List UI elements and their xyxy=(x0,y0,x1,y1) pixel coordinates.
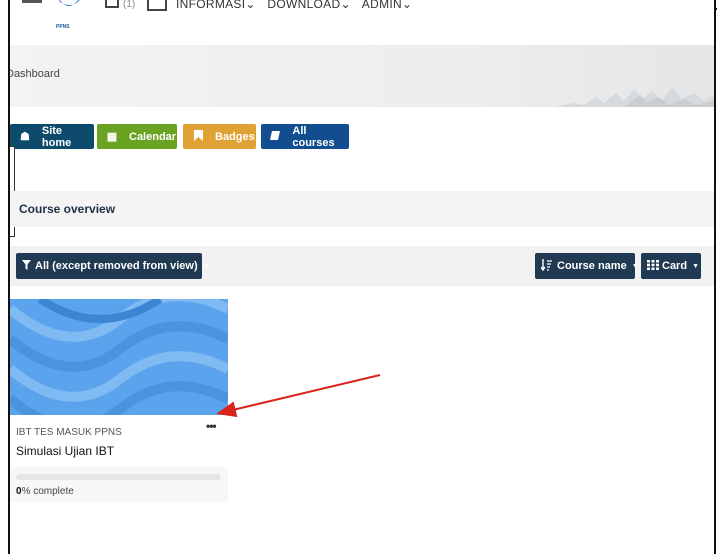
course-overview-header: Course overview xyxy=(10,191,714,227)
logo-text: PPNS xyxy=(56,24,70,30)
calendar-label: Calendar xyxy=(129,130,177,143)
tree-silhouette xyxy=(554,87,714,107)
course-card[interactable]: IBT TES MASUK PPNS ••• Simulasi Ujian IB… xyxy=(10,299,228,502)
progress-bar xyxy=(16,474,221,480)
all-courses-label: All courses xyxy=(292,124,335,149)
bookmark-icon xyxy=(191,129,205,144)
all-courses-button[interactable]: All courses xyxy=(261,124,349,149)
progress-suffix: % complete xyxy=(21,486,74,497)
course-filter-bar: All (except removed from view) ▼ Course … xyxy=(10,246,714,286)
calendar-button[interactable]: ▦ Calendar xyxy=(97,124,177,149)
grouping-filter-dropdown[interactable]: All (except removed from view) ▼ xyxy=(16,253,210,279)
hamburger-menu-icon[interactable] xyxy=(22,0,42,6)
caret-down-icon: ▼ xyxy=(631,262,639,270)
main-menu: INFORMASI⌄ DOWNLOAD⌄ ADMIN⌄ xyxy=(176,0,420,11)
progress-text: 0% complete xyxy=(16,486,74,497)
breadcrumb[interactable]: Dashboard xyxy=(10,68,60,80)
sort-label: Course name xyxy=(557,260,627,272)
course-overview-title: Course overview xyxy=(19,202,116,216)
message-icon[interactable] xyxy=(147,0,167,11)
site-home-label: Site home xyxy=(41,124,72,149)
page-header-banner: Dashboard xyxy=(10,45,714,107)
badges-label: Badges xyxy=(215,130,255,143)
ppns-logo[interactable] xyxy=(50,0,90,22)
notification-count: (1) xyxy=(123,0,136,10)
sort-alpha-icon xyxy=(540,258,553,274)
grid-view-icon xyxy=(647,259,659,273)
menu-item-admin[interactable]: ADMIN⌄ xyxy=(362,0,413,11)
more-actions-icon[interactable]: ••• xyxy=(206,419,217,433)
calendar-icon: ▦ xyxy=(106,131,118,143)
home-icon: ☗ xyxy=(20,131,30,143)
site-home-button[interactable]: ☗ Site home xyxy=(10,124,94,149)
caret-down-icon: ▼ xyxy=(202,262,210,270)
course-progress-section: 0% complete xyxy=(10,467,228,502)
view-mode-label: Card xyxy=(662,260,688,272)
course-name-link[interactable]: Simulasi Ujian IBT xyxy=(16,444,114,458)
grouping-filter-label: All (except removed from view) xyxy=(35,260,198,272)
sort-dropdown[interactable]: Course name ▼ xyxy=(535,253,639,279)
menu-item-download[interactable]: DOWNLOAD⌄ xyxy=(267,0,350,11)
badges-button[interactable]: Badges xyxy=(183,124,256,149)
filter-icon xyxy=(22,259,31,273)
menu-item-informasi[interactable]: INFORMASI⌄ xyxy=(176,0,256,11)
view-mode-dropdown[interactable]: Card ▼ xyxy=(641,253,701,279)
course-category: IBT TES MASUK PPNS xyxy=(16,427,122,438)
book-icon xyxy=(269,130,282,144)
frame-border xyxy=(714,0,716,554)
top-navbar: PPNS (1) INFORMASI⌄ DOWNLOAD⌄ ADMIN⌄ xyxy=(10,0,714,45)
caret-down-icon: ▼ xyxy=(692,262,699,270)
course-image[interactable] xyxy=(10,299,228,415)
grid-icon[interactable] xyxy=(105,0,119,8)
